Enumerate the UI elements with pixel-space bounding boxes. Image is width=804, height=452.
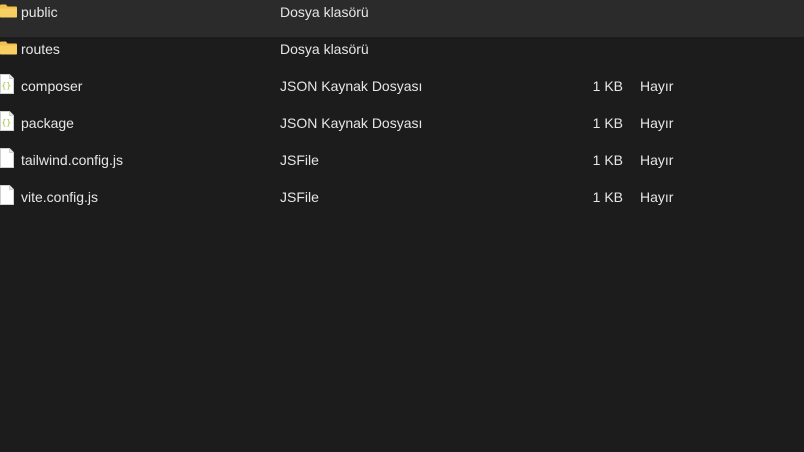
file-row[interactable]: {} composer JSON Kaynak Dosyası 1 KB Hay… [0,74,804,111]
js-file-icon [0,148,18,185]
file-name[interactable]: package [21,111,74,148]
file-size: 1 KB [592,115,623,131]
file-size: 1 KB [592,152,623,168]
js-file-icon [0,185,18,222]
file-name[interactable]: tailwind.config.js [21,148,123,185]
folder-icon [0,0,18,37]
file-name[interactable]: composer [21,74,82,111]
svg-text:{}: {} [2,118,12,127]
file-type: Dosya klasörü [280,4,369,20]
file-availability: Hayır [640,189,674,205]
svg-text:{}: {} [2,81,12,90]
file-row[interactable]: tailwind.config.js JSFile 1 KB Hayır [0,148,804,185]
file-row[interactable]: vite.config.js JSFile 1 KB Hayır [0,185,804,222]
file-name[interactable]: vite.config.js [21,185,98,222]
json-file-icon: {} [0,111,18,148]
file-name[interactable]: public [21,0,58,37]
file-name[interactable]: routes [21,37,60,74]
file-row[interactable]: {} package JSON Kaynak Dosyası 1 KB Hayı… [0,111,804,148]
file-size: 1 KB [592,189,623,205]
folder-icon [0,37,18,74]
file-availability: Hayır [640,78,674,94]
file-size: 1 KB [592,78,623,94]
file-row[interactable]: public Dosya klasörü [0,0,804,37]
file-availability: Hayır [640,115,674,131]
file-row[interactable]: routes Dosya klasörü [0,37,804,74]
file-type: Dosya klasörü [280,41,369,57]
file-type: JSON Kaynak Dosyası [280,78,423,94]
json-file-icon: {} [0,74,18,111]
file-availability: Hayır [640,152,674,168]
file-list: public Dosya klasörü routes Dosya klasör… [0,0,804,452]
file-type: JSFile [280,189,319,205]
file-type: JSON Kaynak Dosyası [280,115,423,131]
file-type: JSFile [280,152,319,168]
